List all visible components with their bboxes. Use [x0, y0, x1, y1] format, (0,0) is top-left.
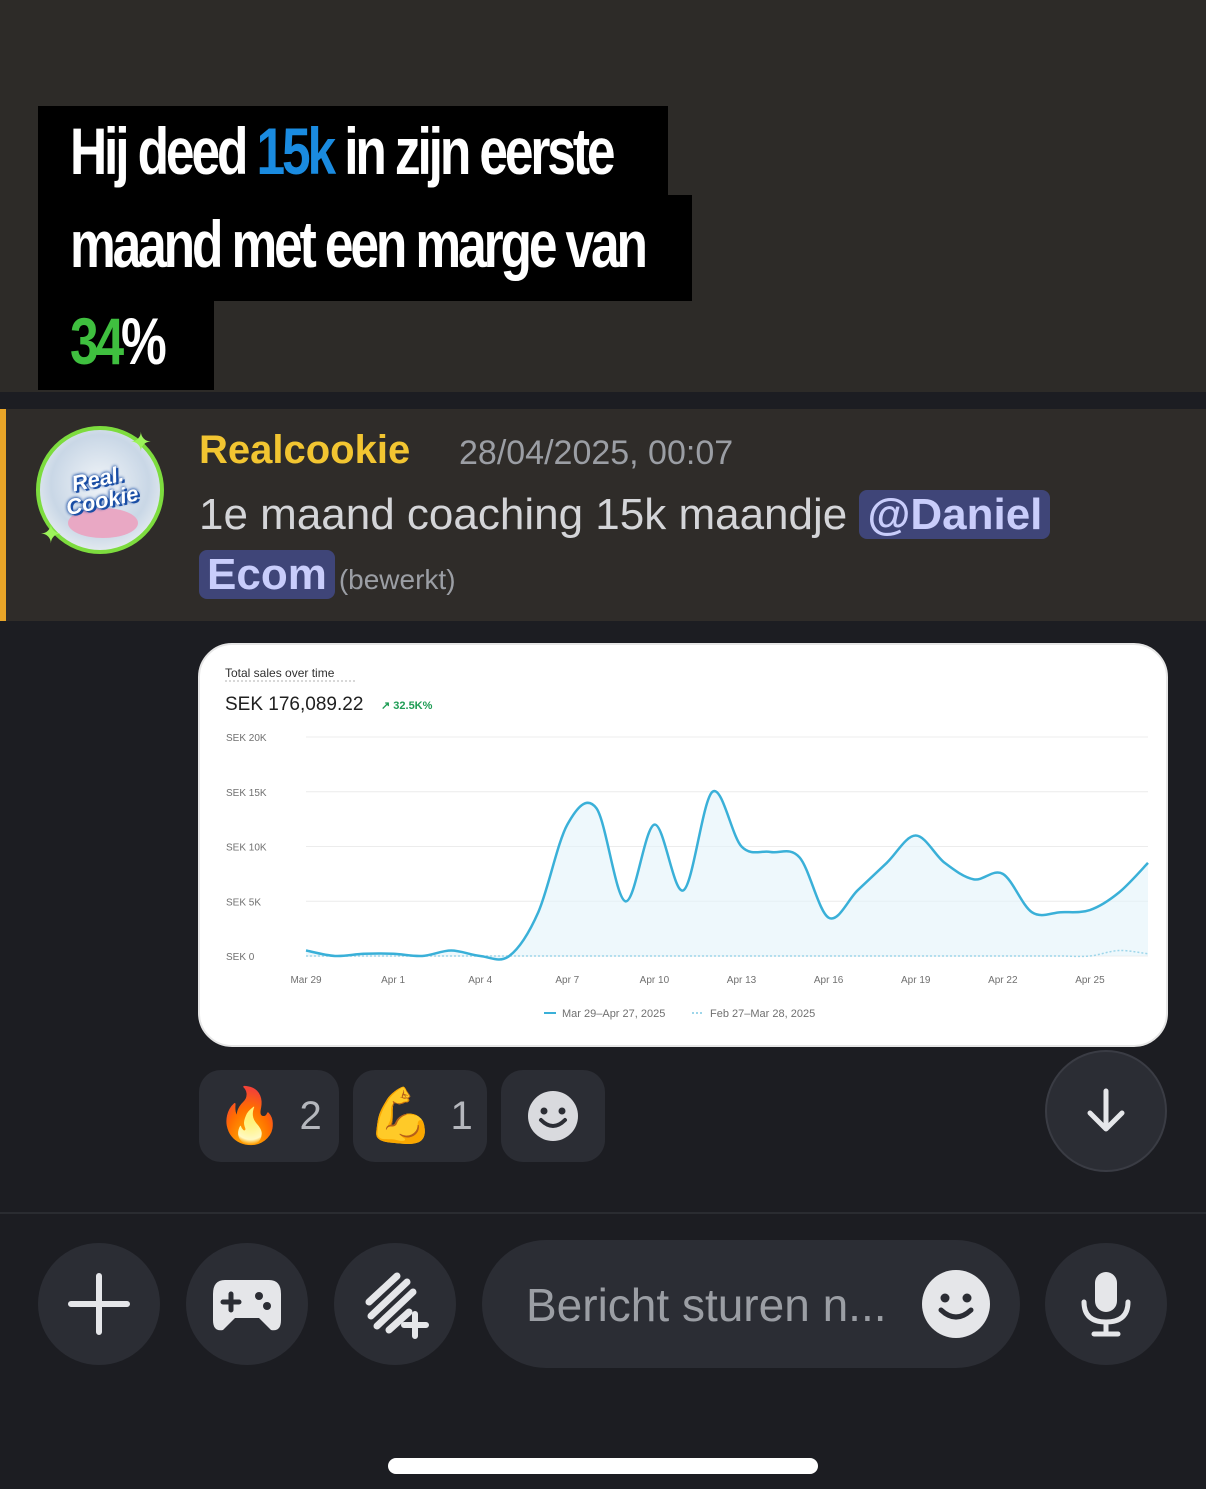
apps-button[interactable]	[334, 1243, 456, 1365]
plus-icon	[68, 1273, 130, 1335]
gamepad-icon	[213, 1280, 281, 1331]
message-timestamp: 28/04/2025, 00:07	[459, 434, 734, 472]
fire-emoji-icon: 🔥	[216, 1085, 284, 1146]
add-reaction-icon	[528, 1091, 578, 1141]
arrow-down-icon	[1087, 1088, 1125, 1132]
chart-x-tick: Apr 19	[901, 975, 931, 986]
chart-change: ↗ 32.5K%	[381, 700, 433, 712]
avatar-logo-text: Real. Cookie	[63, 461, 141, 521]
mention-ecom[interactable]: Ecom	[199, 550, 335, 599]
caption-text: Hij deed	[70, 114, 257, 188]
sales-chart: Total sales over time SEK 176,089.22 ↗ 3…	[225, 666, 1149, 1020]
mention-daniel[interactable]: @Daniel	[859, 490, 1051, 539]
voice-message-button[interactable]	[1045, 1243, 1167, 1365]
chart-x-tick: Apr 4	[468, 975, 492, 986]
apps-icon	[365, 1272, 429, 1339]
chart-attachment[interactable]: Total sales over time SEK 176,089.22 ↗ 3…	[198, 643, 1168, 1047]
smile-icon[interactable]	[920, 1268, 992, 1340]
attach-button[interactable]	[38, 1243, 160, 1365]
chart-title: Total sales over time	[225, 666, 335, 680]
chart-total: SEK 176,089.22	[225, 694, 363, 715]
chart-legend-label: Mar 29–Apr 27, 2025	[562, 1008, 665, 1020]
sparkle-icon: ✦	[130, 428, 152, 458]
edited-label: (bewerkt)	[338, 564, 456, 595]
caption-highlight-34: 34	[70, 304, 124, 378]
reaction-muscle[interactable]: 💪 1	[353, 1070, 487, 1162]
chart-x-tick: Apr 10	[640, 975, 670, 986]
caption-line-1: Hij deed 15k in zijn eerste	[38, 106, 668, 196]
composer-divider	[0, 1212, 1206, 1214]
chart-x-tick: Apr 13	[727, 975, 757, 986]
chart-y-tick: SEK 20K	[226, 733, 267, 744]
chart-legend-label: Feb 27–Mar 28, 2025	[710, 1008, 815, 1020]
chart-y-tick: SEK 0	[226, 952, 255, 963]
username[interactable]: Realcookie	[199, 428, 410, 473]
message-input-placeholder: Bericht sturen n...	[526, 1279, 887, 1331]
chart-x-tick: Apr 22	[988, 975, 1018, 986]
mic-icon	[1081, 1272, 1131, 1337]
caption-line-3: 34%	[38, 300, 214, 390]
add-reaction-button[interactable]	[501, 1070, 605, 1162]
caption-text: maand met een marge van	[70, 207, 648, 281]
message-body: 1e maand coaching 15k maandje	[199, 490, 860, 539]
message-text-line2: Ecom (bewerkt)	[199, 550, 456, 600]
muscle-emoji-icon: 💪	[367, 1085, 435, 1146]
caption-highlight-15k: 15k	[256, 114, 336, 188]
divider	[0, 392, 1206, 409]
scroll-to-bottom-button[interactable]	[1045, 1050, 1167, 1172]
sparkle-icon: ✦	[40, 520, 62, 550]
reaction-count: 1	[450, 1093, 473, 1138]
caption-line-2: maand met een marge van	[38, 195, 692, 301]
caption-text: in zijn eerste	[333, 114, 615, 188]
chart-x-tick: Apr 25	[1075, 975, 1105, 986]
chart-y-tick: SEK 5K	[226, 897, 261, 908]
reaction-count: 2	[299, 1093, 322, 1138]
home-indicator	[388, 1458, 818, 1474]
chart-y-tick: SEK 15K	[226, 788, 267, 799]
message-input[interactable]: Bericht sturen n...	[482, 1240, 1020, 1368]
chart-x-tick: Apr 1	[381, 975, 405, 986]
reaction-fire[interactable]: 🔥 2	[199, 1070, 339, 1162]
chart-x-tick: Mar 29	[290, 975, 322, 986]
activities-button[interactable]	[186, 1243, 308, 1365]
caption-text: %	[121, 304, 167, 378]
chart-x-tick: Apr 16	[814, 975, 844, 986]
chart-x-tick: Apr 7	[555, 975, 579, 986]
message-text: 1e maand coaching 15k maandje @Daniel	[199, 490, 1051, 540]
chart-y-tick: SEK 10K	[226, 843, 267, 854]
